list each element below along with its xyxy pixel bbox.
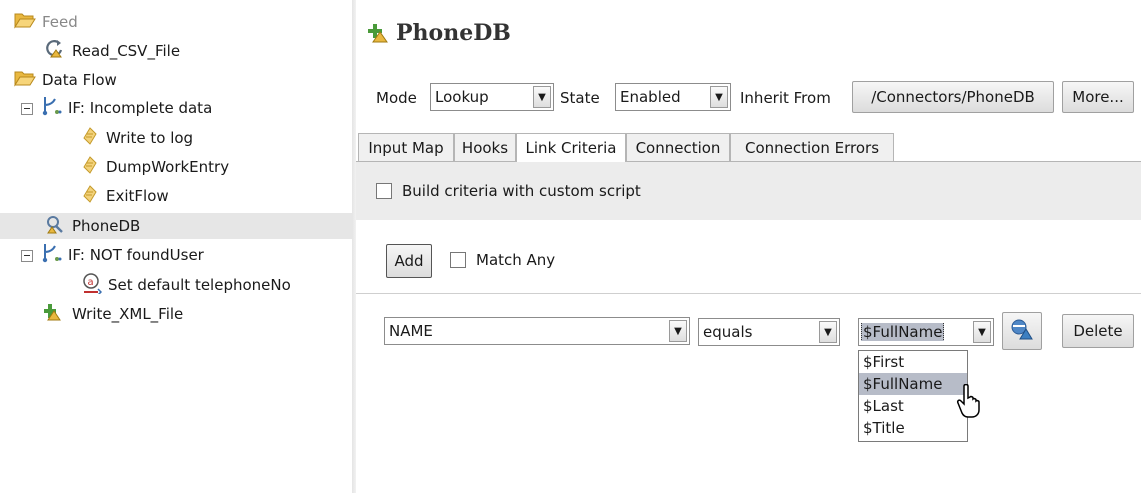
match-any-label: Match Any [476,251,556,269]
value-dropdown-list: $First $FullName $Last $Title [858,350,968,442]
open-folder-icon [14,11,36,33]
inherit-from-button[interactable]: /Connectors/PhoneDB [852,81,1054,113]
open-folder-icon [14,69,36,91]
tree-item-data-flow[interactable]: Data Flow [14,68,117,92]
state-label: State [560,89,600,107]
operator-select[interactable]: equals ▼ [698,318,840,346]
mode-label: Mode [376,89,417,107]
tree-item-label: PhoneDB [72,217,141,235]
state-value: Enabled [620,88,681,106]
operator-value: equals [703,323,753,341]
tree-item-label: IF: NOT foundUser [68,246,204,264]
tree-item-label: Write to log [106,129,194,147]
chevron-down-icon[interactable]: ▼ [819,321,837,343]
custom-script-label: Build criteria with custom script [402,182,641,200]
tree-item-write-xml-file[interactable]: Write_XML_File [44,302,183,326]
connector-refresh-icon [44,39,66,63]
mode-select[interactable]: Lookup ▼ [430,83,554,111]
script-icon [80,126,100,150]
flow-tree: Feed Read_CSV_File Data Flow IF: Incompl… [0,0,352,493]
tab-hooks[interactable]: Hooks [454,133,516,161]
mode-value: Lookup [435,88,489,106]
expression-editor-button[interactable] [1002,312,1042,350]
tab-link-criteria[interactable]: Link Criteria [516,133,626,162]
tab-input-map[interactable]: Input Map [358,133,454,161]
attribute-select[interactable]: NAME ▼ [384,317,690,345]
script-icon [80,155,100,179]
collapse-toggle-icon[interactable] [21,250,33,262]
page-title: PhoneDB [396,20,511,46]
tree-item-label: Read_CSV_File [72,42,181,60]
add-connector-icon [44,302,66,326]
collapse-toggle-icon[interactable] [21,103,33,115]
tree-item-dumpworkentry[interactable]: DumpWorkEntry [80,155,229,179]
tree-item-set-default-telephoneno[interactable]: a Set default telephoneNo [80,273,291,297]
attribute-value: NAME [389,322,433,340]
tree-item-label: Data Flow [42,71,117,89]
tree-item-read-csv-file[interactable]: Read_CSV_File [44,39,180,63]
mouse-pointer-icon [956,383,982,422]
tree-item-label: Feed [42,13,78,31]
chevron-down-icon[interactable]: ▼ [973,321,991,343]
match-any-checkbox[interactable] [450,252,466,268]
inherit-from-label: Inherit From [740,89,831,107]
dropdown-option-fullname[interactable]: $FullName [859,373,967,395]
tab-connection-errors[interactable]: Connection Errors [730,133,894,161]
lookup-connector-icon [44,214,66,238]
chevron-down-icon[interactable]: ▼ [669,320,687,342]
tree-item-label: Set default telephoneNo [108,276,291,294]
dropdown-option-last[interactable]: $Last [859,395,967,417]
tree-item-label: IF: Incomplete data [68,99,213,117]
value-select-text-wrap: $FullName [859,323,973,341]
tab-bar: Input Map Hooks Link Criteria Connection… [356,133,1141,162]
svg-text:a: a [88,277,94,288]
dropdown-option-title[interactable]: $Title [859,417,967,439]
tree-item-if-not-founduser[interactable]: IF: NOT foundUser [40,243,204,267]
add-connector-icon [368,22,392,48]
tree-item-feed[interactable]: Feed [14,10,78,34]
attribute-map-icon: a [80,272,103,298]
state-select[interactable]: Enabled ▼ [615,83,731,111]
tree-item-phonedb[interactable]: PhoneDB [44,214,140,238]
value-select[interactable]: $FullName ▼ [858,318,994,346]
branch-icon [40,95,62,121]
tree-item-label: ExitFlow [106,187,169,205]
value-value: $FullName [861,323,945,341]
expression-editor-icon [1009,317,1035,345]
tree-item-label: Write_XML_File [72,305,184,323]
more-button[interactable]: More... [1062,81,1134,113]
dropdown-option-first[interactable]: $First [859,351,967,373]
branch-icon [40,242,62,268]
tree-item-write-to-log[interactable]: Write to log [80,126,193,150]
chevron-down-icon[interactable]: ▼ [533,86,551,108]
tree-item-if-incomplete-data[interactable]: IF: Incomplete data [40,96,212,120]
delete-button[interactable]: Delete [1062,314,1134,348]
custom-script-checkbox[interactable] [376,183,392,199]
add-button[interactable]: Add [386,244,432,278]
tab-connection[interactable]: Connection [626,133,730,161]
section-divider [356,293,1141,294]
chevron-down-icon[interactable]: ▼ [710,86,728,108]
tree-item-label: DumpWorkEntry [106,158,230,176]
connector-details-panel: PhoneDB Mode Lookup ▼ State Enabled ▼ In… [356,0,1141,493]
tree-item-exitflow[interactable]: ExitFlow [80,184,169,208]
script-icon [80,184,100,208]
